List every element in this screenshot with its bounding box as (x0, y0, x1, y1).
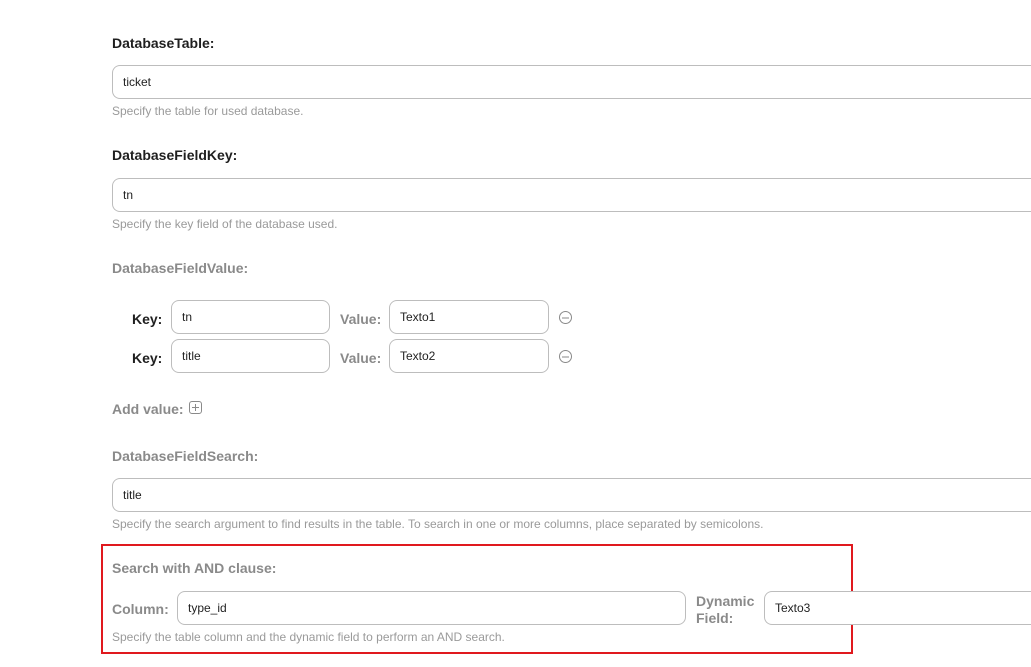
dynamic-field-label-line1: Dynamic (696, 593, 755, 609)
database-field-key-label: DatabaseFieldKey: (112, 147, 238, 163)
minus-circle-icon[interactable] (559, 311, 572, 324)
database-field-value-label: DatabaseFieldValue: (112, 260, 249, 276)
key-input-2[interactable] (171, 339, 330, 373)
database-table-label: DatabaseTable: (112, 35, 215, 51)
plus-square-icon[interactable] (189, 401, 202, 414)
database-table-help: Specify the table for used database. (112, 104, 304, 118)
dynamic-field-label-line2: Field: (696, 610, 734, 626)
database-field-search-input[interactable] (112, 478, 1031, 512)
database-field-search-help: Specify the search argument to find resu… (112, 517, 764, 531)
key-label: Key: (132, 350, 163, 366)
key-label: Key: (132, 311, 163, 327)
minus-circle-icon[interactable] (559, 350, 572, 363)
database-field-search-label: DatabaseFieldSearch: (112, 448, 259, 464)
column-label: Column: (112, 601, 169, 617)
database-field-key-input[interactable] (112, 178, 1031, 212)
and-clause-label: Search with AND clause: (112, 560, 277, 576)
and-clause-help: Specify the table column and the dynamic… (112, 630, 505, 644)
value-input-1[interactable] (389, 300, 549, 334)
column-input[interactable] (177, 591, 686, 625)
add-value-label: Add value: (112, 401, 184, 417)
key-input-1[interactable] (171, 300, 330, 334)
value-label: Value: (340, 311, 382, 327)
value-label: Value: (340, 350, 382, 366)
dynamic-field-label: Dynamic Field: (696, 593, 754, 627)
dynamic-field-input[interactable] (764, 591, 1031, 625)
database-table-input[interactable] (112, 65, 1031, 99)
value-input-2[interactable] (389, 339, 549, 373)
database-field-key-help: Specify the key field of the database us… (112, 217, 338, 231)
